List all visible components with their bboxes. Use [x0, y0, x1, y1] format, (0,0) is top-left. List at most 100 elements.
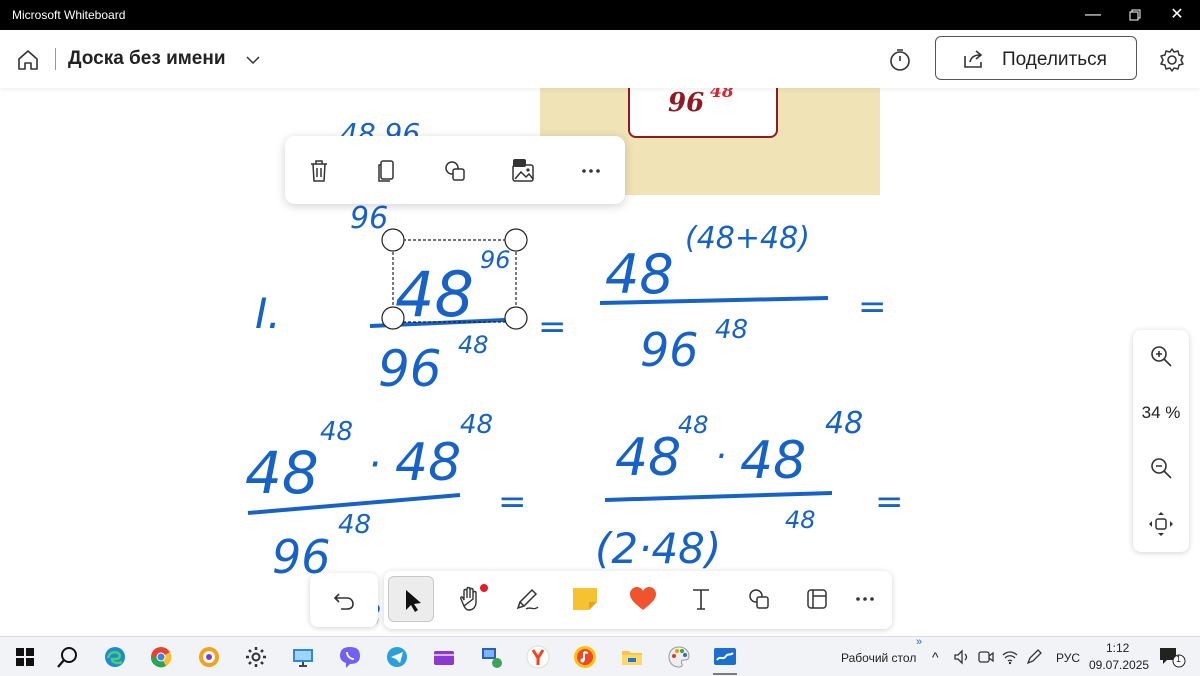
share-label: Поделиться — [1002, 49, 1107, 70]
close-button[interactable]: ✕ — [1154, 0, 1200, 30]
resize-handle-top-left[interactable] — [381, 228, 405, 252]
toolbar-expand-icon[interactable]: » — [916, 636, 922, 648]
undo-button[interactable] — [321, 577, 367, 623]
yandex-taskbar-button[interactable] — [525, 644, 551, 670]
convert-to-image-button[interactable] — [508, 156, 538, 186]
gear-icon — [1160, 48, 1184, 72]
board-menu-button[interactable] — [243, 50, 263, 70]
zoom-panel: 34 % — [1133, 330, 1189, 552]
fit-to-screen-button[interactable] — [1147, 510, 1175, 538]
resize-handle-bottom-left[interactable] — [381, 306, 405, 330]
templates-tool[interactable] — [794, 576, 840, 622]
timer-button[interactable] — [886, 46, 914, 74]
wifi-button[interactable] — [1000, 647, 1020, 667]
trash-icon — [311, 160, 327, 182]
more-icon — [582, 169, 600, 173]
ink-roman-one: I. — [255, 289, 281, 338]
desktop-toolbar-label[interactable]: Рабочий стол — [841, 651, 916, 665]
clock-time[interactable]: 1:12 — [1106, 641, 1129, 655]
pen-menu-button[interactable] — [1024, 647, 1044, 667]
monitor-icon — [293, 649, 313, 667]
more-tools-button[interactable] — [842, 576, 888, 622]
ink-row2-b: 48 — [395, 433, 461, 493]
notification-icon — [1160, 648, 1186, 668]
title-bar: Microsoft Whiteboard — ✕ — [0, 0, 1200, 30]
clock-date[interactable]: 09.07.2025 — [1089, 658, 1149, 672]
text-tool[interactable] — [678, 576, 724, 622]
fraction-line-4 — [604, 491, 833, 502]
sticky-note-tool[interactable] — [562, 576, 608, 622]
start-button[interactable] — [12, 644, 38, 670]
shapes-button[interactable] — [440, 156, 470, 186]
divider — [55, 48, 56, 70]
zoom-out-icon — [1151, 458, 1172, 479]
vpn-taskbar-button[interactable] — [196, 644, 222, 670]
more-icon — [856, 597, 874, 601]
settings-button[interactable] — [1157, 45, 1187, 75]
telegram-icon — [387, 647, 407, 667]
network-app-taskbar-button[interactable] — [478, 644, 504, 670]
app-title: Microsoft Whiteboard — [12, 8, 126, 22]
ink-rhs1-den-exp: 48 — [715, 315, 748, 345]
main-toolbar — [384, 571, 892, 629]
zoom-in-button[interactable] — [1147, 342, 1175, 370]
sticky-note-icon — [573, 588, 597, 610]
ink-row2-den-exp: 48 — [338, 510, 371, 540]
ink-top-partial-2: 96 — [350, 201, 388, 236]
speaker-icon — [954, 649, 968, 665]
notification-count: 1 — [1176, 654, 1182, 664]
ink-row2-a: 48 — [245, 439, 319, 507]
vpn-icon — [199, 647, 219, 667]
zoom-out-button[interactable] — [1147, 454, 1175, 482]
search-button[interactable] — [55, 644, 81, 670]
yandex-icon — [526, 645, 550, 669]
pen-tool[interactable] — [504, 576, 550, 622]
undo-icon — [333, 593, 354, 610]
music-icon — [574, 646, 596, 668]
windows-logo-icon — [16, 648, 34, 666]
select-tool[interactable] — [388, 576, 434, 622]
resize-handle-top-right[interactable] — [504, 228, 528, 252]
folder-icon — [622, 651, 642, 665]
ink-rhs1-base: 48 — [605, 243, 674, 306]
input-language[interactable]: РУС — [1056, 651, 1080, 665]
delete-button[interactable] — [304, 156, 334, 186]
viber-taskbar-button[interactable] — [337, 644, 363, 670]
notifications-button[interactable]: 1 — [1158, 645, 1186, 669]
ink-row2r-den: (2·48) — [595, 524, 721, 573]
share-icon — [964, 50, 983, 68]
template-icon — [807, 589, 827, 609]
edge-taskbar-button[interactable] — [102, 644, 128, 670]
reactions-tool[interactable] — [620, 576, 666, 622]
volume-button[interactable] — [952, 647, 972, 667]
restore-button[interactable] — [1112, 0, 1158, 30]
show-hidden-icons-button[interactable]: ^ — [932, 649, 939, 665]
more-options-button[interactable] — [576, 156, 606, 186]
shapes-tool[interactable] — [736, 576, 782, 622]
copy-button[interactable] — [372, 156, 402, 186]
minimize-button[interactable]: — — [1070, 0, 1116, 30]
ink-den1-base: 96 — [378, 340, 442, 398]
music-taskbar-button[interactable] — [572, 644, 598, 670]
resize-handle-bottom-right[interactable] — [504, 306, 528, 330]
board-title[interactable]: Доска без имени — [68, 48, 226, 70]
share-button[interactable]: Поделиться — [935, 36, 1137, 80]
settings-taskbar-button[interactable] — [243, 644, 269, 670]
viber-icon — [340, 647, 360, 668]
remote-desktop-taskbar-button[interactable] — [290, 644, 316, 670]
ink-eq-2: = — [858, 287, 887, 327]
ink-row2r-b-exp: 48 — [825, 406, 863, 441]
telegram-taskbar-button[interactable] — [384, 644, 410, 670]
chrome-taskbar-button[interactable] — [148, 644, 174, 670]
whiteboard-icon — [714, 648, 736, 665]
pan-tool[interactable] — [446, 576, 492, 622]
shapes-icon — [749, 589, 769, 609]
paint-taskbar-button[interactable] — [666, 644, 692, 670]
home-button[interactable] — [14, 46, 42, 74]
ink-row2r-a: 48 — [615, 428, 681, 488]
media-taskbar-button[interactable] — [431, 644, 457, 670]
whiteboard-taskbar-button[interactable] — [712, 644, 738, 670]
file-explorer-taskbar-button[interactable] — [619, 644, 645, 670]
meet-now-button[interactable] — [976, 647, 996, 667]
ink-selected-exp: 96 — [480, 246, 511, 274]
